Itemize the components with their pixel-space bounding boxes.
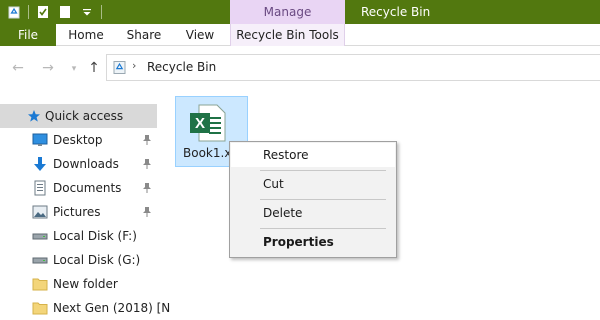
star-icon: [26, 108, 42, 124]
drive-icon: [32, 252, 48, 268]
folder-icon: [32, 276, 48, 292]
tab-home[interactable]: Home: [58, 24, 114, 46]
pin-icon[interactable]: [142, 158, 152, 170]
nav-label: Next Gen (2018) [N: [53, 301, 171, 315]
nav-label: New folder: [53, 277, 118, 291]
documents-icon: [32, 180, 48, 196]
tab-share[interactable]: Share: [116, 24, 172, 46]
recycle-bin-icon: [112, 60, 127, 75]
tab-file[interactable]: File: [0, 24, 56, 46]
context-tab-manage: Manage: [230, 0, 345, 24]
pin-icon[interactable]: [142, 182, 152, 194]
breadcrumb-chevron-icon[interactable]: ›: [132, 59, 136, 72]
navigation-bar: ← → ▾ ↑ › Recycle Bin: [0, 48, 600, 88]
desktop-icon: [32, 132, 48, 148]
menu-item-delete[interactable]: Delete: [231, 201, 395, 225]
file-name-label: Book1.xl: [183, 146, 235, 160]
tab-view[interactable]: View: [174, 24, 226, 46]
menu-item-properties[interactable]: Properties: [231, 230, 395, 254]
excel-badge-letter: X: [195, 115, 205, 132]
properties-icon[interactable]: [35, 4, 51, 20]
nav-label: Local Disk (G:): [53, 253, 141, 267]
menu-separator: [260, 228, 386, 229]
quick-access-toolbar: [0, 0, 102, 24]
toolbar-divider: [101, 5, 102, 19]
drive-icon: [32, 228, 48, 244]
pin-icon[interactable]: [142, 134, 152, 146]
menu-item-cut[interactable]: Cut: [231, 172, 395, 196]
nav-label: Desktop: [53, 133, 103, 147]
back-arrow-icon[interactable]: ←: [8, 58, 28, 78]
nav-label: Pictures: [53, 205, 101, 219]
nav-label: Documents: [53, 181, 122, 195]
recent-locations-icon[interactable]: ▾: [64, 59, 84, 79]
navigation-pane: Quick access Desktop Downloads Documents: [0, 104, 170, 315]
breadcrumb-recycle-bin[interactable]: Recycle Bin: [147, 60, 216, 74]
nav-label: Downloads: [53, 157, 119, 171]
new-folder-icon[interactable]: [57, 4, 73, 20]
nav-item-next-gen[interactable]: Next Gen (2018) [N: [0, 296, 170, 320]
nav-item-quick-access[interactable]: Quick access: [0, 104, 157, 128]
toolbar-divider: [28, 5, 29, 19]
ribbon-tab-row: File Home Share View Recycle Bin Tools: [0, 24, 600, 46]
excel-file-icon: X: [187, 103, 227, 143]
nav-item-downloads[interactable]: Downloads: [0, 152, 157, 176]
up-arrow-icon[interactable]: ↑: [84, 58, 104, 78]
download-icon: [32, 156, 48, 172]
tab-recycle-bin-tools[interactable]: Recycle Bin Tools: [230, 24, 345, 46]
nav-item-new-folder[interactable]: New folder: [0, 272, 157, 296]
nav-item-local-disk-g[interactable]: Local Disk (G:): [0, 248, 157, 272]
menu-separator: [260, 199, 386, 200]
customize-toolbar-icon[interactable]: [79, 4, 95, 20]
folder-icon: [32, 300, 48, 316]
pictures-icon: [32, 204, 48, 220]
pin-icon[interactable]: [142, 206, 152, 218]
nav-item-local-disk-f[interactable]: Local Disk (F:): [0, 224, 157, 248]
nav-item-desktop[interactable]: Desktop: [0, 128, 157, 152]
forward-arrow-icon[interactable]: →: [38, 58, 58, 78]
nav-label: Local Disk (F:): [53, 229, 137, 243]
window-title: Recycle Bin: [361, 5, 431, 19]
nav-label: Quick access: [45, 109, 124, 123]
nav-item-pictures[interactable]: Pictures: [0, 200, 157, 224]
address-bar[interactable]: › Recycle Bin: [106, 54, 600, 81]
context-menu: Restore Cut Delete Properties: [229, 141, 397, 258]
menu-separator: [260, 170, 386, 171]
recycle-bin-app-icon: [6, 4, 22, 20]
nav-item-documents[interactable]: Documents: [0, 176, 157, 200]
menu-item-restore[interactable]: Restore: [231, 143, 395, 167]
